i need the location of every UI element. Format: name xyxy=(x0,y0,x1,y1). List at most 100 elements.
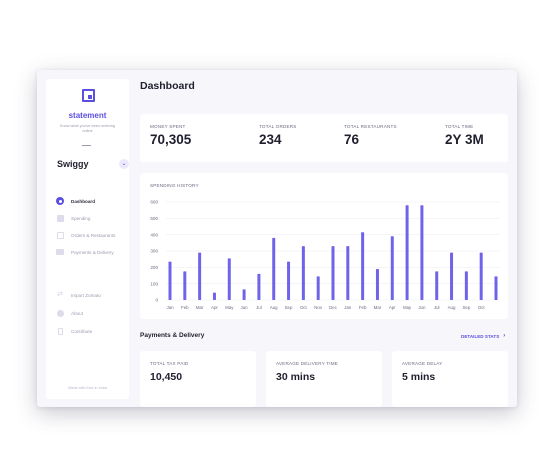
spending-history-card: SPENDING HISTORY 0 100 200 300 400 500 600 Jan F… xyxy=(140,173,508,319)
stat-value: 76 xyxy=(344,132,360,147)
stat-total-restaurants: TOTAL RESTAURANTS 76 xyxy=(344,124,397,147)
nav-item-payments-delivery[interactable]: Payments & Delivery xyxy=(56,247,126,257)
stat-label: TOTAL TAX PAID xyxy=(150,361,189,366)
nav-item-dashboard[interactable]: Dashboard xyxy=(56,196,126,206)
x-tick-label: Jul xyxy=(256,305,262,310)
detailed-stats-link[interactable]: DETAILED STATS › xyxy=(461,333,505,339)
stat-value: 70,305 xyxy=(150,132,192,147)
chart-bar[interactable] xyxy=(242,289,246,300)
y-tick-label: 400 xyxy=(150,232,158,237)
delivery-time-card: AVERAGE DELIVERY TIME 30 mins xyxy=(266,351,382,407)
chart-bar[interactable] xyxy=(272,237,276,300)
dashboard-icon xyxy=(56,197,64,205)
nav-item-about[interactable]: About xyxy=(56,308,126,318)
x-tick-label: Nov xyxy=(314,305,323,310)
x-tick-label: Dec xyxy=(329,305,338,310)
chart-bar[interactable] xyxy=(361,232,365,300)
x-tick-label: Oct xyxy=(300,305,308,310)
about-icon xyxy=(56,309,64,317)
chart-bar[interactable] xyxy=(316,276,320,300)
nav-item-spending[interactable]: Spending xyxy=(56,213,126,223)
chart-bar[interactable] xyxy=(331,246,335,300)
x-tick-label: Sep xyxy=(285,305,293,310)
nav-item-label: Dashboard xyxy=(71,198,95,204)
brand-name[interactable]: statement xyxy=(46,111,129,120)
chart-bar[interactable] xyxy=(257,273,261,300)
y-tick-label: 300 xyxy=(150,249,158,254)
stat-value: 2Y 3M xyxy=(445,132,484,147)
tagline-divider xyxy=(82,145,91,146)
stat-label: MONEY SPENT xyxy=(150,124,186,129)
stat-label: AVERAGE DELAY xyxy=(402,361,443,366)
stat-label: TOTAL RESTAURANTS xyxy=(344,124,397,129)
chart-bar[interactable] xyxy=(375,268,379,300)
page-title: Dashboard xyxy=(140,80,195,92)
orders-icon xyxy=(56,231,64,239)
detailed-stats-label: DETAILED STATS xyxy=(461,333,500,339)
x-tick-label: Mar xyxy=(196,305,204,310)
chart-bar[interactable] xyxy=(198,252,202,300)
average-delay-card: AVERAGE DELAY 5 mins xyxy=(392,351,508,407)
x-tick-label: Feb xyxy=(359,305,367,310)
chart-bar[interactable] xyxy=(183,271,187,300)
stat-value: 10,450 xyxy=(150,371,183,383)
stat-label: TOTAL ORDERS xyxy=(259,124,297,129)
chart-bar[interactable] xyxy=(346,246,350,300)
stat-total-time: TOTAL TIME 2Y 3M xyxy=(445,124,484,147)
platform-switch-chevron-icon[interactable]: ⌄ xyxy=(119,159,129,169)
statement-logo-icon[interactable] xyxy=(82,89,95,102)
stat-label: TOTAL TIME xyxy=(445,124,474,129)
x-tick-label: Aug xyxy=(270,305,278,310)
x-tick-label: Jul xyxy=(434,305,440,310)
x-tick-label: Jun xyxy=(241,305,249,310)
nav-item-import-zomato[interactable]: ⇄ Import Zomato xyxy=(56,290,126,300)
contribute-icon xyxy=(56,327,64,335)
x-tick-label: Sep xyxy=(462,305,470,310)
x-tick-label: Apr xyxy=(211,305,218,310)
tax-paid-card: TOTAL TAX PAID 10,450 xyxy=(140,351,256,407)
nav-item-label: Import Zomato xyxy=(71,292,101,298)
brand-tagline: Know what you've been ordering online xyxy=(60,124,115,133)
chart-bar[interactable] xyxy=(450,252,454,300)
chart-bar[interactable] xyxy=(212,292,216,300)
chart-bar[interactable] xyxy=(405,205,409,300)
x-tick-label: Oct xyxy=(478,305,486,310)
chart-bar[interactable] xyxy=(301,246,305,300)
x-tick-label: Apr xyxy=(389,305,396,310)
x-tick-label: Jan xyxy=(344,305,352,310)
chevron-right-icon: › xyxy=(503,333,506,339)
x-tick-label: Aug xyxy=(448,305,456,310)
import-icon: ⇄ xyxy=(57,291,63,298)
x-tick-label: May xyxy=(225,305,234,310)
stat-money-spent: MONEY SPENT 70,305 xyxy=(150,124,191,147)
x-tick-label: Mar xyxy=(374,305,382,310)
nav-item-label: About xyxy=(71,310,84,316)
nav-item-label: Payments & Delivery xyxy=(71,249,114,255)
chart-bar[interactable] xyxy=(435,271,439,300)
nav-item-orders-restaurants[interactable]: Orders & Restaurants xyxy=(56,230,126,240)
chart-bar[interactable] xyxy=(227,258,231,300)
x-tick-label: May xyxy=(403,305,412,310)
chart-bar[interactable] xyxy=(479,252,483,300)
stat-value: 30 mins xyxy=(276,371,316,383)
chart-bar[interactable] xyxy=(390,236,394,300)
summary-stats-card: MONEY SPENT 70,305 TOTAL ORDERS 234 TOTA… xyxy=(140,114,508,162)
payments-icon xyxy=(56,248,64,256)
chart-bar[interactable] xyxy=(168,261,172,300)
chart-bar[interactable] xyxy=(287,261,291,300)
y-tick-label: 500 xyxy=(150,216,158,221)
nav-item-label: Contribute xyxy=(71,328,93,334)
x-tick-label: Jan xyxy=(166,305,174,310)
chart-bar[interactable] xyxy=(464,271,468,300)
stat-label: AVERAGE DELIVERY TIME xyxy=(276,361,339,366)
payments-delivery-title: Payments & Delivery xyxy=(140,332,205,339)
stat-value: 5 mins xyxy=(402,371,436,383)
chart-bar[interactable] xyxy=(494,276,498,300)
nav-item-contribute[interactable]: Contribute xyxy=(56,326,126,336)
y-tick-label: 600 xyxy=(150,200,158,205)
platform-name[interactable]: Swiggy xyxy=(57,159,89,169)
x-tick-label: Jun xyxy=(418,305,426,310)
spending-icon xyxy=(56,214,64,222)
chart-bar[interactable] xyxy=(420,205,424,300)
nav-item-label: Orders & Restaurants xyxy=(71,232,116,238)
